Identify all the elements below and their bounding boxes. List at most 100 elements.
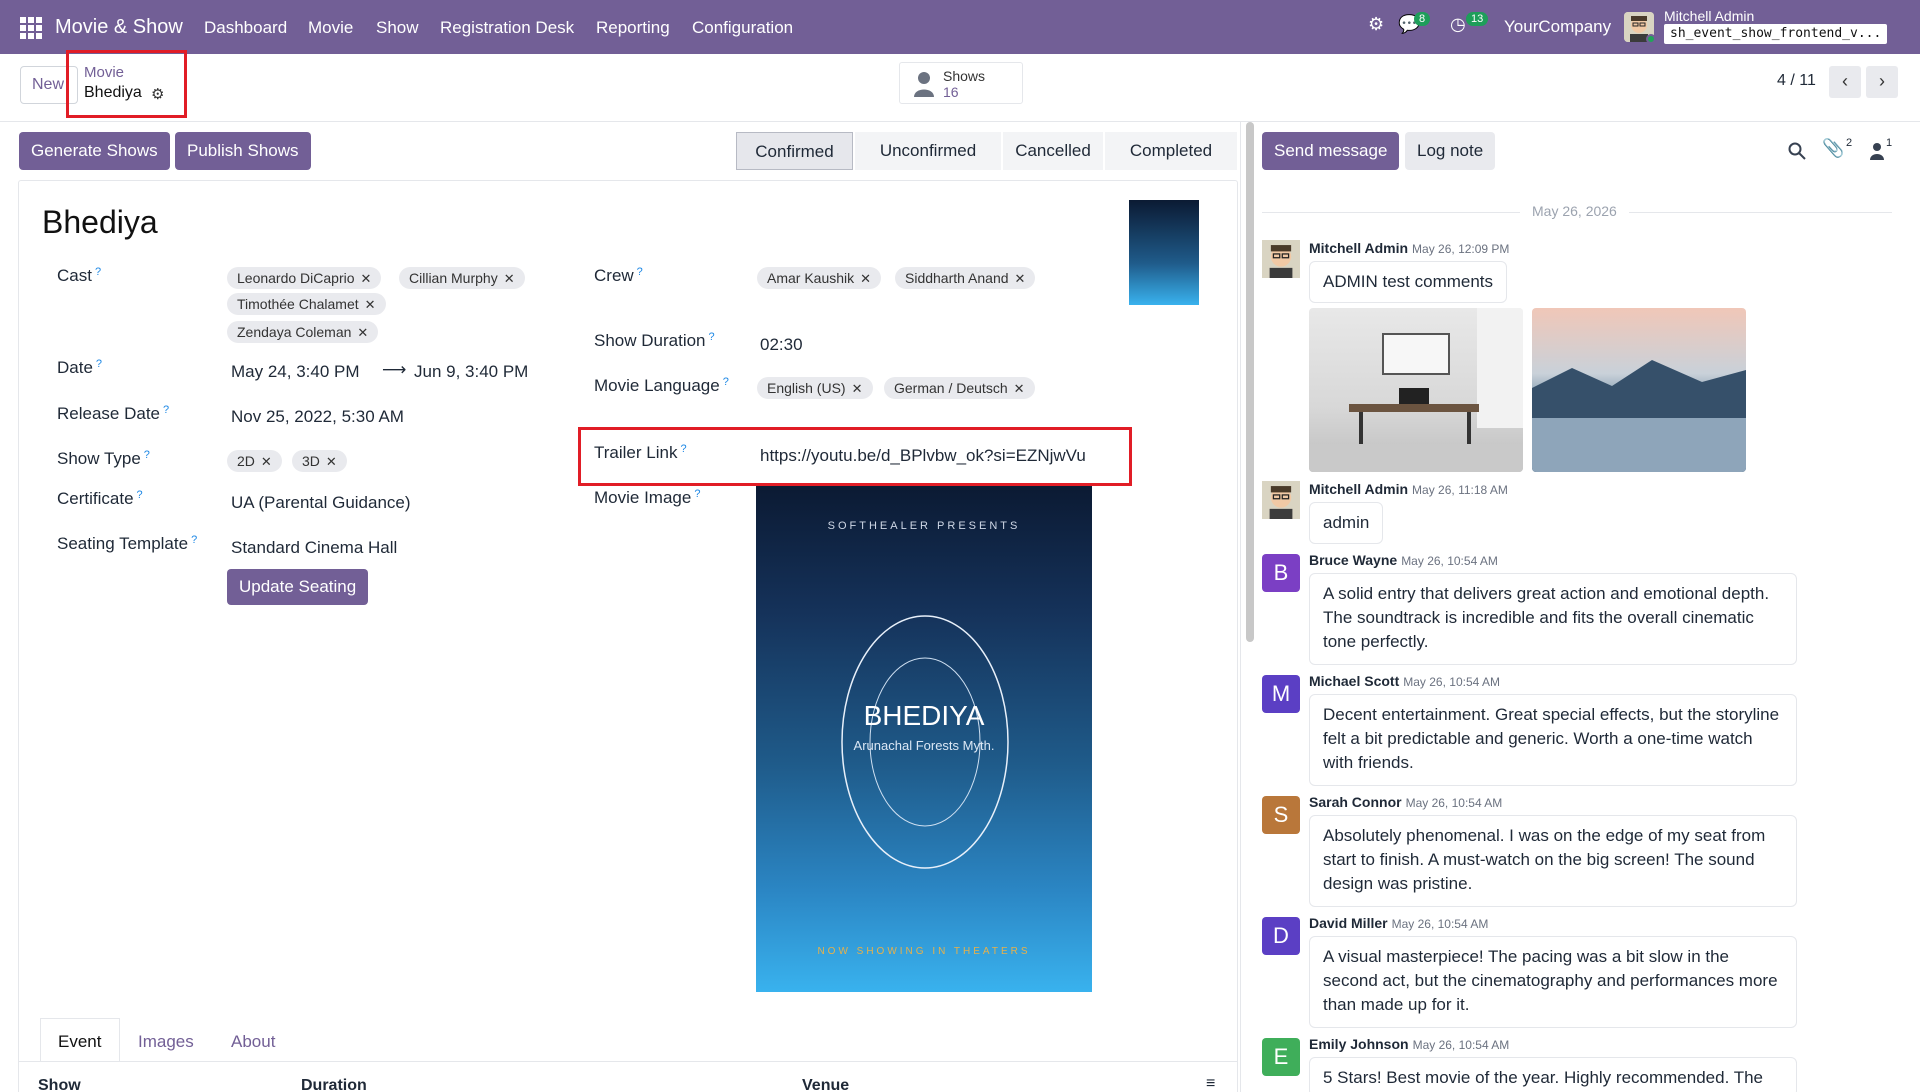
trailer-link-input[interactable]: https://youtu.be/d_BPlvbw_ok?si=EZNjwVu	[760, 446, 1090, 466]
paperclip-icon[interactable]: 📎	[1822, 138, 1844, 159]
gear-icon[interactable]: ⚙	[151, 85, 164, 103]
online-status-dot	[1646, 34, 1656, 44]
trailer-link-label: Trailer Link?	[594, 443, 687, 462]
log-note-button[interactable]: Log note	[1405, 132, 1496, 170]
column-settings-icon[interactable]: ≡	[1206, 1075, 1215, 1092]
crew-tag[interactable]: Amar Kaushik ✕	[757, 267, 882, 289]
menu-reporting[interactable]: Reporting	[596, 18, 670, 38]
remove-tag-icon: ✕	[360, 271, 372, 286]
followers-icon[interactable]	[1870, 142, 1884, 160]
movie-image-label: Movie Image?	[594, 488, 701, 507]
cast-tag[interactable]: Timothée Chalamet ✕	[227, 293, 386, 315]
cast-label: Cast?	[57, 266, 102, 285]
poster-thumbnail[interactable]	[1129, 200, 1199, 305]
release-date-label: Release Date?	[57, 404, 170, 423]
show-type-tag[interactable]: 3D ✕	[292, 450, 347, 472]
user-icon	[914, 72, 934, 97]
activities-count-badge: 13	[1466, 12, 1489, 26]
movie-title[interactable]: Bhediya	[42, 204, 158, 241]
poster-title: BHEDIYA	[863, 700, 985, 731]
pager-value[interactable]: 4 / 11	[1777, 72, 1816, 90]
seating-template-label: Seating Template?	[57, 534, 198, 553]
debug-bug-icon[interactable]: ⚙	[1368, 14, 1384, 35]
author-avatar[interactable]	[1262, 481, 1300, 519]
message-body: Decent entertainment. Great special effe…	[1309, 694, 1797, 786]
author-avatar[interactable]: B	[1262, 554, 1300, 592]
message-author[interactable]: David Miller May 26, 10:54 AM	[1309, 915, 1488, 931]
generate-shows-button[interactable]: Generate Shows	[19, 132, 170, 170]
search-icon[interactable]	[1788, 142, 1806, 160]
crew-tag[interactable]: Siddharth Anand ✕	[895, 267, 1036, 289]
menu-movie[interactable]: Movie	[308, 18, 353, 38]
message-body: A solid entry that delivers great action…	[1309, 573, 1797, 665]
author-avatar[interactable]: E	[1262, 1038, 1300, 1076]
crew-label: Crew?	[594, 266, 643, 285]
certificate-value[interactable]: UA (Parental Guidance)	[231, 493, 411, 513]
status-completed[interactable]: Completed	[1105, 132, 1237, 170]
message-body: admin	[1309, 502, 1384, 544]
office-photo[interactable]	[1309, 308, 1523, 472]
form-scrollbar[interactable]	[1246, 122, 1254, 642]
pager-previous-icon[interactable]: ‹	[1829, 66, 1861, 98]
status-unconfirmed[interactable]: Unconfirmed	[855, 132, 1001, 170]
message-author[interactable]: Sarah Connor May 26, 10:54 AM	[1309, 794, 1502, 810]
menu-dashboard[interactable]: Dashboard	[204, 18, 287, 38]
menu-registration-desk[interactable]: Registration Desk	[440, 18, 574, 38]
remove-tag-icon: ✕	[860, 271, 872, 286]
author-avatar[interactable]: S	[1262, 796, 1300, 834]
date-label: Date?	[57, 358, 103, 377]
tab-images[interactable]: Images	[138, 1032, 194, 1052]
show-type-tag[interactable]: 2D ✕	[227, 450, 282, 472]
pager-next-icon[interactable]: ›	[1866, 66, 1898, 98]
author-avatar[interactable]	[1262, 240, 1300, 278]
app-brand[interactable]: Movie & Show	[55, 16, 183, 39]
message-author[interactable]: Bruce Wayne May 26, 10:54 AM	[1309, 552, 1498, 568]
mountain-photo[interactable]	[1532, 308, 1746, 472]
status-confirmed[interactable]: Confirmed	[736, 132, 853, 170]
language-tag[interactable]: English (US) ✕	[757, 377, 873, 399]
cast-tag[interactable]: Cillian Murphy ✕	[399, 267, 525, 289]
message-author[interactable]: Michael Scott May 26, 10:54 AM	[1309, 673, 1500, 689]
menu-show[interactable]: Show	[376, 18, 419, 38]
message-body: A visual masterpiece! The pacing was a b…	[1309, 936, 1797, 1028]
cast-tag[interactable]: Zendaya Coleman ✕	[227, 321, 379, 343]
status-cancelled[interactable]: Cancelled	[1003, 132, 1103, 170]
tab-event[interactable]: Event	[58, 1032, 101, 1052]
language-tag[interactable]: German / Deutsch ✕	[884, 377, 1035, 399]
column-header-duration[interactable]: Duration	[301, 1077, 367, 1092]
movie-language-label: Movie Language?	[594, 376, 729, 395]
seating-template-value[interactable]: Standard Cinema Hall	[231, 538, 397, 558]
send-message-button[interactable]: Send message	[1262, 132, 1400, 170]
column-header-venue[interactable]: Venue	[802, 1077, 849, 1092]
release-date-value[interactable]: Nov 25, 2022, 5:30 AM	[231, 407, 404, 427]
remove-tag-icon: ✕	[260, 454, 272, 469]
publish-shows-button[interactable]: Publish Shows	[175, 132, 311, 170]
show-duration-value[interactable]: 02:30	[760, 335, 803, 355]
pane-divider	[1240, 122, 1241, 1092]
shows-smart-button[interactable]: Shows 16	[899, 62, 1023, 104]
message-body: Absolutely phenomenal. I was on the edge…	[1309, 815, 1797, 907]
date-start[interactable]: May 24, 3:40 PM	[231, 362, 360, 382]
company-switcher[interactable]: YourCompany	[1504, 17, 1611, 37]
author-avatar[interactable]: M	[1262, 675, 1300, 713]
breadcrumb-parent[interactable]: Movie	[84, 64, 124, 81]
cast-tag[interactable]: Leonardo DiCaprio ✕	[227, 267, 382, 289]
update-seating-button[interactable]: Update Seating	[227, 569, 369, 605]
date-end[interactable]: Jun 9, 3:40 PM	[414, 362, 528, 382]
menu-configuration[interactable]: Configuration	[692, 18, 793, 38]
attachments-count: 2	[1846, 137, 1853, 149]
top-navbar: Movie & Show Dashboard Movie Show Regist…	[0, 0, 1920, 54]
movie-poster-image[interactable]: SOFTHEALER PRESENTS BHEDIYA Arunachal Fo…	[756, 486, 1092, 992]
database-name: sh_event_show_frontend_v...	[1664, 24, 1888, 44]
author-avatar[interactable]: D	[1262, 917, 1300, 955]
remove-tag-icon: ✕	[851, 381, 863, 396]
message-author[interactable]: Emily Johnson May 26, 10:54 AM	[1309, 1036, 1509, 1052]
shows-count: 16	[943, 84, 959, 100]
activities-clock-icon[interactable]: ◷	[1450, 14, 1466, 35]
column-header-show[interactable]: Show	[38, 1077, 81, 1092]
message-author[interactable]: Mitchell Admin May 26, 12:09 PM	[1309, 240, 1509, 256]
user-name[interactable]: Mitchell Admin	[1664, 8, 1754, 24]
tab-about[interactable]: About	[231, 1032, 275, 1052]
message-author[interactable]: Mitchell Admin May 26, 11:18 AM	[1309, 481, 1508, 497]
app-menu-icon[interactable]	[20, 17, 42, 39]
